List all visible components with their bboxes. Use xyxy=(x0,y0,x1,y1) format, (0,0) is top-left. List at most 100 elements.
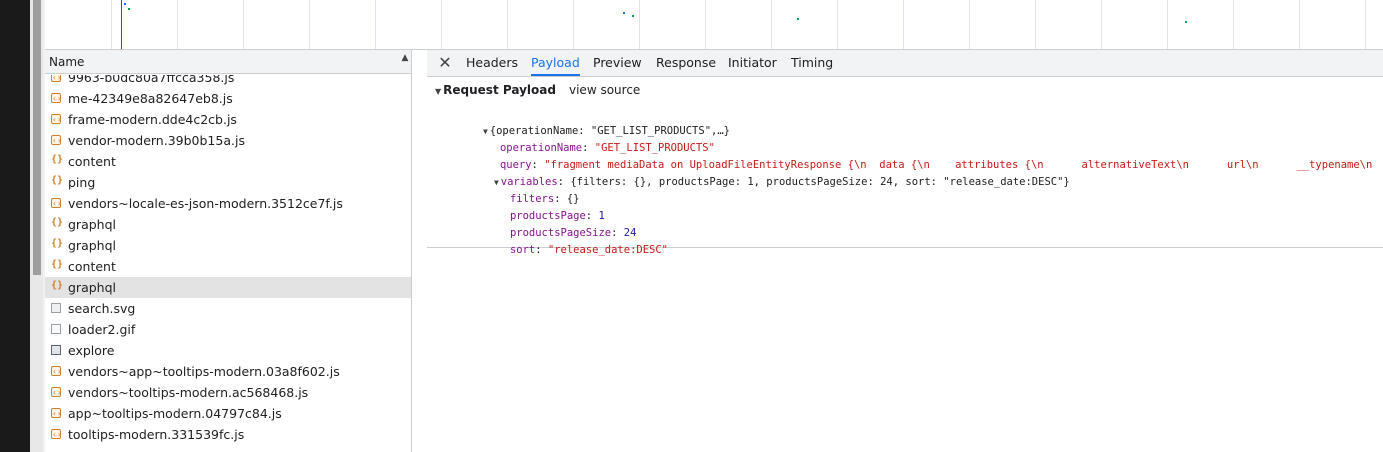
request-name: search.svg xyxy=(68,301,136,316)
request-row[interactable]: ‹› tooltips-modern.331539fc.js xyxy=(45,424,411,445)
timeline-cursor xyxy=(121,0,122,49)
request-row[interactable]: {} graphql xyxy=(45,277,411,298)
grid-line xyxy=(111,0,112,49)
request-name: content xyxy=(68,259,116,274)
document-icon xyxy=(51,345,61,355)
xhr-icon: {} xyxy=(51,259,64,270)
grid-line xyxy=(1299,0,1300,49)
sort-value: "release_date:DESC" xyxy=(547,244,668,256)
request-name: graphql xyxy=(68,238,116,253)
tab-timing[interactable]: Timing xyxy=(791,50,833,76)
grid-line xyxy=(705,0,706,49)
payload-view: ▼ Request Payload view source ▼ {operation… xyxy=(427,77,1383,256)
grid-line xyxy=(177,0,178,49)
request-row[interactable]: ‹› vendors~app~tooltips-modern.03a8f602.j… xyxy=(45,361,411,382)
image-icon xyxy=(51,303,61,313)
grid-line xyxy=(507,0,508,49)
tab-initiator[interactable]: Initiator xyxy=(728,50,777,76)
image-icon xyxy=(51,324,61,334)
name-column-header[interactable]: Name ▲ xyxy=(45,50,411,74)
request-name: frame-modern.dde4c2cb.js xyxy=(68,112,237,127)
request-name: explore xyxy=(68,343,115,358)
request-row[interactable]: ‹› vendor-modern.39b0b15a.js xyxy=(45,130,411,151)
request-row[interactable]: ‹› app~tooltips-modern.04797c84.js xyxy=(45,403,411,424)
grid-line xyxy=(1035,0,1036,49)
view-source-link[interactable]: view source xyxy=(569,83,640,97)
grid-line xyxy=(969,0,970,49)
request-blip xyxy=(797,18,799,20)
grid-line xyxy=(639,0,640,49)
script-icon: ‹› xyxy=(51,429,62,439)
request-name: tooltips-modern.331539fc.js xyxy=(68,427,245,442)
tab-preview[interactable]: Preview xyxy=(593,50,642,76)
script-icon: ‹› xyxy=(51,408,62,418)
request-blip xyxy=(623,12,625,14)
script-icon: ‹› xyxy=(51,114,62,124)
request-name: graphql xyxy=(68,217,116,232)
request-name: vendors~tooltips-modern.ac568468.js xyxy=(68,385,309,400)
grid-line xyxy=(243,0,244,49)
request-row[interactable]: ‹› me-42349e8a82647eb8.js xyxy=(45,88,411,109)
sort-line: sort: "release_date:DESC" xyxy=(509,244,668,256)
request-row[interactable]: loader2.gif xyxy=(45,319,411,340)
request-name: vendors~app~tooltips-modern.03a8f602.js xyxy=(68,364,340,379)
script-icon: ‹› xyxy=(51,75,62,82)
request-blip xyxy=(124,3,126,5)
request-details-panel: ✕ Headers Payload Preview Response Initiator… xyxy=(427,50,1383,452)
grid-line xyxy=(1167,0,1168,49)
request-name: me-42349e8a82647eb8.js xyxy=(68,91,233,106)
scrollbar-thumb[interactable] xyxy=(33,0,41,275)
request-row[interactable]: ‹› 9963-b0dc80a7ffcca358.js xyxy=(45,75,411,88)
xhr-icon: {} xyxy=(51,154,64,165)
request-name: app~tooltips-modern.04797c84.js xyxy=(68,406,282,421)
grid-line xyxy=(573,0,574,49)
grid-line xyxy=(1233,0,1234,49)
request-row[interactable]: {} ping xyxy=(45,172,411,193)
request-row[interactable]: ‹› vendors~locale-es-json-modern.3512ce7f… xyxy=(45,193,411,214)
request-list: ‹› 9963-b0dc80a7ffcca358.js ‹› me-42349e8a8… xyxy=(45,75,411,452)
request-row[interactable]: search.svg xyxy=(45,298,411,319)
grid-line xyxy=(1365,0,1366,49)
grid-line xyxy=(309,0,310,49)
script-icon: ‹› xyxy=(51,93,62,103)
xhr-icon: {} xyxy=(51,175,64,186)
request-row[interactable]: {} graphql xyxy=(45,214,411,235)
request-row[interactable]: {} graphql xyxy=(45,235,411,256)
request-name: vendors~locale-es-json-modern.3512ce7f.j… xyxy=(68,196,343,211)
window-edge xyxy=(0,0,30,452)
request-name: vendor-modern.39b0b15a.js xyxy=(68,133,245,148)
grid-line xyxy=(903,0,904,49)
script-icon: ‹› xyxy=(51,366,62,376)
request-name: content xyxy=(68,154,116,169)
request-row[interactable]: {} content xyxy=(45,256,411,277)
tab-response[interactable]: Response xyxy=(656,50,716,76)
tab-headers[interactable]: Headers xyxy=(466,50,518,76)
request-row[interactable]: {} content xyxy=(45,151,411,172)
script-icon: ‹› xyxy=(51,387,62,397)
name-column-label: Name xyxy=(49,55,85,69)
request-name: 9963-b0dc80a7ffcca358.js xyxy=(68,75,235,85)
grid-line xyxy=(771,0,772,49)
xhr-icon: {} xyxy=(51,280,64,291)
request-list-panel: Name ▲ ‹› 9963-b0dc80a7ffcca358.js ‹› me-42… xyxy=(45,50,412,452)
request-row[interactable]: ‹› vendors~tooltips-modern.ac568468.js xyxy=(45,382,411,403)
script-icon: ‹› xyxy=(51,198,62,208)
network-overview-timeline[interactable] xyxy=(45,0,1383,50)
variables-summary: {filters: {}, productsPage: 1, productsP… xyxy=(570,176,1070,188)
request-row[interactable]: explore xyxy=(45,340,411,361)
sort-up-icon[interactable]: ▲ xyxy=(399,52,411,64)
request-payload-header[interactable]: ▼ Request Payload xyxy=(435,83,556,97)
close-icon[interactable]: ✕ xyxy=(437,54,453,72)
collapse-triangle-icon[interactable]: ▼ xyxy=(435,87,441,96)
request-blip xyxy=(632,15,634,17)
grid-line xyxy=(1101,0,1102,49)
grid-line xyxy=(441,0,442,49)
request-name: loader2.gif xyxy=(68,322,136,337)
xhr-icon: {} xyxy=(51,238,64,249)
request-name: ping xyxy=(68,175,96,190)
request-row[interactable]: ‹› frame-modern.dde4c2cb.js xyxy=(45,109,411,130)
tab-payload[interactable]: Payload xyxy=(531,50,580,76)
sort-key: sort xyxy=(509,244,536,256)
request-payload-title: Request Payload xyxy=(443,83,556,97)
request-blip xyxy=(1185,21,1187,23)
